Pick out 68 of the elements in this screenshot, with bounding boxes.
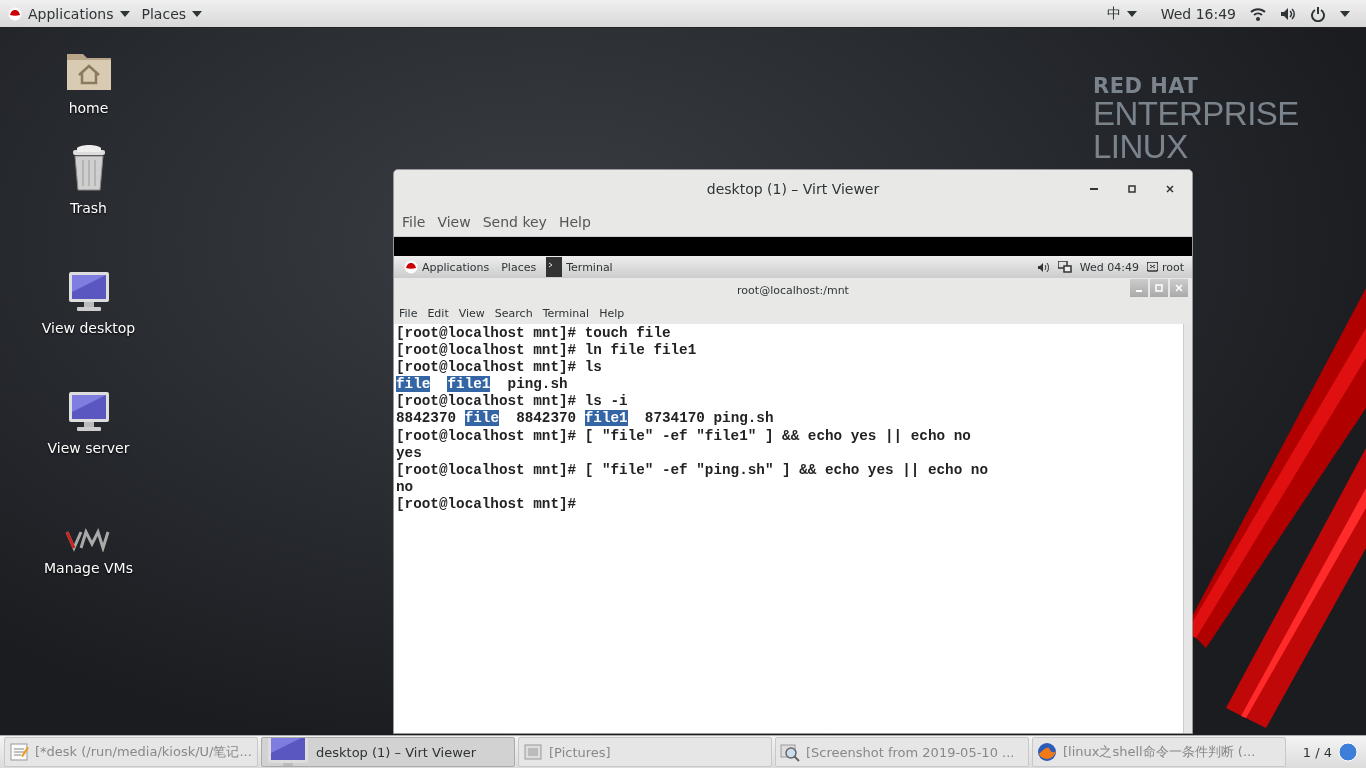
caret-icon (1126, 10, 1137, 17)
notepad-icon (9, 742, 29, 762)
menu-item[interactable]: View (431, 213, 477, 230)
notification-icon[interactable] (1338, 742, 1358, 762)
monitor-icon (66, 390, 111, 432)
menu-item[interactable]: Help (552, 213, 597, 230)
scrollbar[interactable] (1183, 324, 1192, 733)
menu-item[interactable]: Terminal (537, 306, 595, 320)
caret-icon (119, 10, 130, 17)
terminal-text: yes (396, 444, 422, 461)
menu-item[interactable]: File (394, 306, 423, 320)
menu-button[interactable]: Applications (6, 5, 140, 22)
terminal-text: 8842370 (396, 410, 457, 427)
highlighted-text: file (396, 376, 431, 393)
terminal-title: root@localhost:/mnt (737, 283, 849, 297)
folder-icon (523, 742, 543, 762)
terminal-text: ping.sh (506, 376, 568, 393)
clock[interactable]: Wed 04:49 (1079, 260, 1139, 274)
close-icon (1175, 284, 1183, 292)
window-title: desktop (1) – Virt Viewer (705, 180, 881, 197)
terminal-text: [root@localhost mnt]# ls (396, 359, 602, 376)
monitor-icon (66, 270, 111, 312)
menu-item[interactable]: File (396, 213, 432, 230)
menu-item[interactable]: Send key (476, 213, 553, 230)
highlighted-text: file (464, 410, 499, 427)
user-menu-button[interactable]: root (1146, 256, 1184, 278)
globe-icon (1037, 742, 1057, 762)
terminal-text: [root@localhost mnt]# touch file (396, 325, 671, 341)
volume-icon[interactable] (1280, 6, 1296, 21)
redhat-icon (404, 260, 418, 274)
logo-text: ENTERPRISE (1093, 97, 1299, 130)
menu-item[interactable]: Search (489, 306, 538, 320)
terminal-text: [root@localhost mnt]# ls -i (396, 393, 628, 410)
menu-button[interactable]: Places (495, 256, 543, 278)
menu-item[interactable]: Help (594, 306, 630, 320)
terminal-text: 8734170 ping.sh (643, 410, 774, 427)
highlighted-text: file1 (447, 376, 491, 393)
menu-item[interactable]: Edit (422, 306, 454, 320)
network-icon[interactable] (1057, 261, 1072, 273)
menu-item[interactable]: View (453, 306, 490, 320)
volume-icon[interactable] (1037, 261, 1050, 273)
menu-button[interactable]: Applications (398, 256, 496, 278)
close-icon (1165, 184, 1175, 194)
menu-button[interactable]: Places (139, 5, 213, 22)
terminal-text: 8842370 (515, 410, 577, 427)
power-icon[interactable] (1310, 5, 1326, 22)
input-method-button[interactable]: 中 (1104, 4, 1147, 23)
terminal-text: [root@localhost mnt]# [ "file" -ef "file1" ] && echo yes || echo no (396, 427, 971, 444)
magnifier-icon (780, 742, 800, 762)
terminal-text: [root@localhost mnt]# ln file file1 (396, 342, 697, 359)
maximize-icon (1155, 284, 1163, 292)
logo-text: RED HAT (1093, 76, 1200, 97)
terminal-text: [root@localhost mnt]# [ "file" -ef "ping.sh" ] && echo yes || echo no (396, 461, 988, 478)
taskbar-button[interactable]: Terminal (546, 256, 619, 278)
logo-text: LINUX (1093, 130, 1189, 163)
workspace-indicator[interactable]: 1 / 4 (1302, 744, 1332, 760)
maximize-icon (1127, 184, 1137, 194)
caret-icon (192, 10, 203, 17)
caret-icon (1340, 10, 1350, 17)
terminal-text: [root@localhost mnt]# (396, 495, 577, 512)
redhat-icon (8, 6, 22, 21)
user-icon (1146, 262, 1158, 272)
wifi-icon[interactable] (1250, 6, 1266, 21)
minimize-icon (1090, 188, 1098, 190)
clock[interactable]: Wed 16:49 (1160, 5, 1236, 22)
terminal-text: no (396, 478, 414, 495)
highlighted-text: file1 (584, 410, 628, 427)
taskbar-button[interactable]: desktop (1) – Virt Viewer (261, 737, 515, 767)
